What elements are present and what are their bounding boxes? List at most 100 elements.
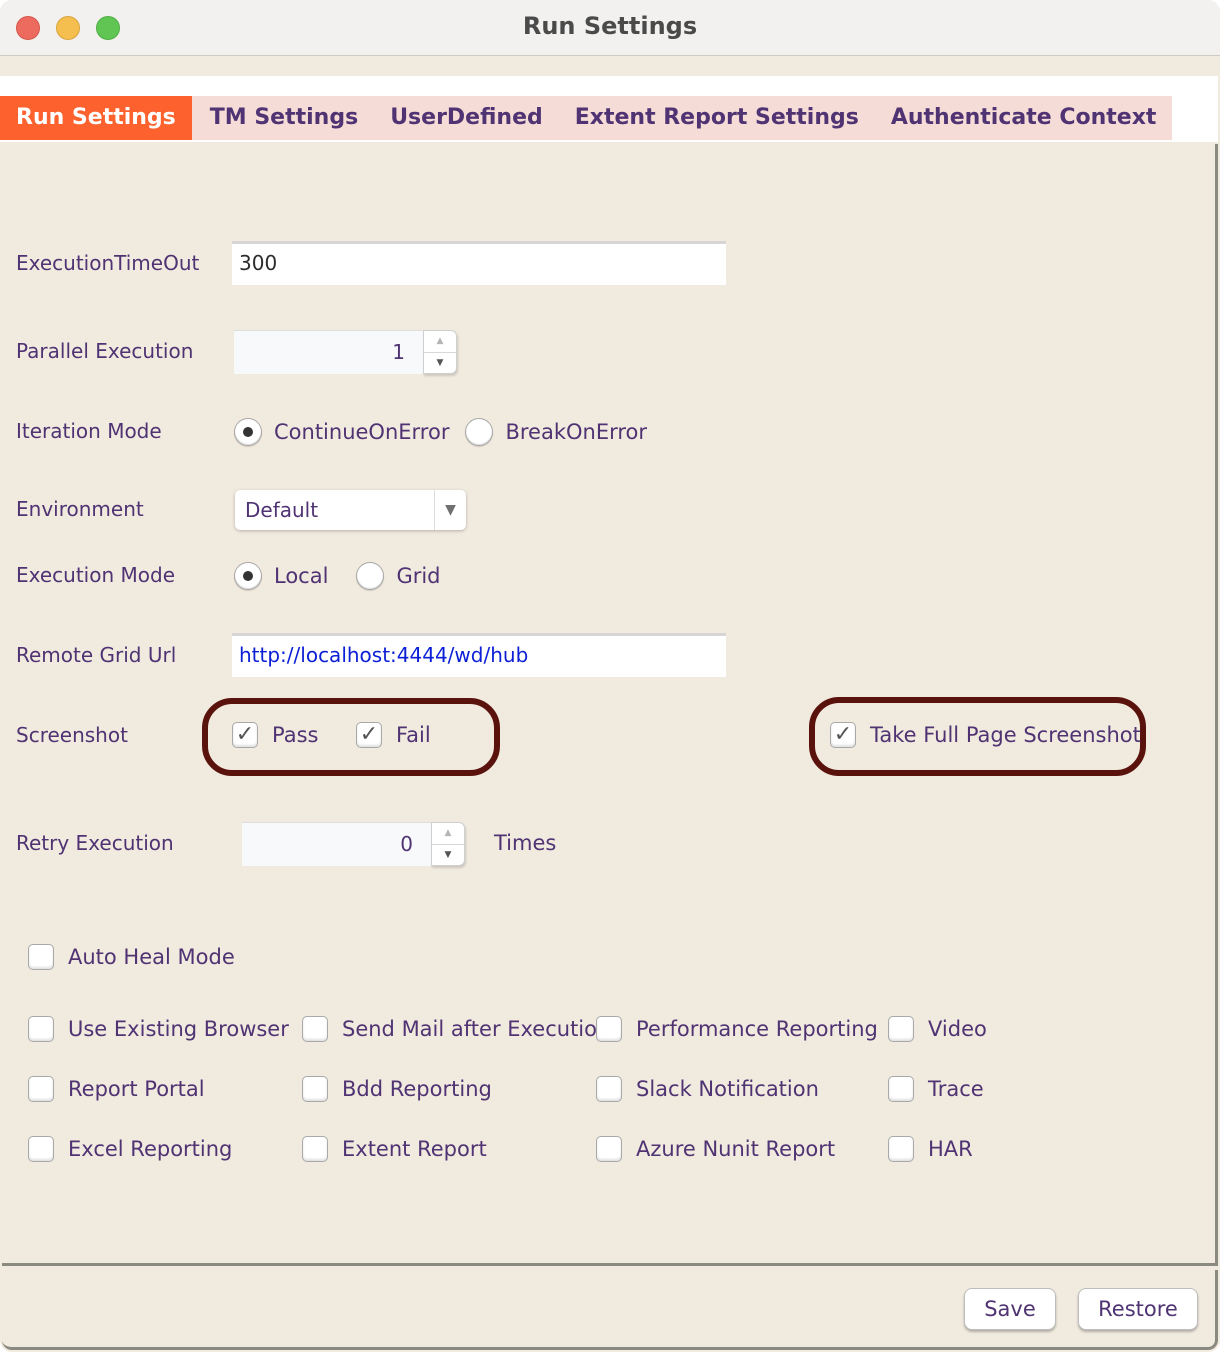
checkbox-empty-icon — [596, 1076, 622, 1102]
tab-run-settings[interactable]: Run Settings — [0, 96, 192, 140]
restore-button[interactable]: Restore — [1078, 1288, 1198, 1330]
break-on-error-label: BreakOnError — [505, 420, 648, 444]
checkbox-empty-icon — [596, 1016, 622, 1042]
checkbox-empty-icon — [28, 1076, 54, 1102]
tab-authenticate-context[interactable]: Authenticate Context — [875, 96, 1173, 140]
toolbar-strip — [0, 57, 1220, 76]
retry-execution-value[interactable]: 0 — [242, 822, 431, 866]
bdd-reporting-checkbox[interactable]: Bdd Reporting — [302, 1076, 492, 1102]
option-label: HAR — [928, 1137, 973, 1161]
option-label: Use Existing Browser — [68, 1017, 289, 1041]
option-label: Performance Reporting — [636, 1017, 878, 1041]
excel-reporting-checkbox[interactable]: Excel Reporting — [28, 1136, 232, 1162]
increment-arrow-icon[interactable]: ▲ — [432, 823, 464, 845]
continue-on-error-label: ContinueOnError — [274, 420, 450, 444]
screenshot-label: Screenshot — [16, 723, 128, 747]
footer-bar: Save Restore — [2, 1270, 1218, 1350]
execution-mode-radio-group: Local Grid — [234, 562, 457, 590]
local-radio[interactable]: Local — [234, 562, 328, 590]
auto-heal-mode-checkbox[interactable]: Auto Heal Mode — [28, 944, 235, 970]
checkmark-icon: ✓ — [356, 722, 382, 748]
screenshot-fail-checkbox[interactable]: ✓ Fail — [356, 722, 431, 748]
grid-label: Grid — [396, 564, 441, 588]
send-mail-checkbox[interactable]: Send Mail after Execution — [302, 1016, 610, 1042]
retry-execution-spinner[interactable]: 0 ▲ ▼ — [242, 822, 465, 866]
environment-label: Environment — [16, 497, 144, 521]
execution-timeout-input[interactable]: 300 — [232, 241, 726, 285]
parallel-execution-label: Parallel Execution — [16, 339, 194, 363]
iteration-mode-label: Iteration Mode — [16, 419, 162, 443]
video-checkbox[interactable]: Video — [888, 1016, 987, 1042]
full-page-screenshot-checkbox[interactable]: ✓ Take Full Page Screenshot — [830, 722, 1141, 748]
parallel-execution-value[interactable]: 1 — [234, 330, 423, 374]
checkbox-empty-icon — [302, 1016, 328, 1042]
save-button[interactable]: Save — [964, 1288, 1056, 1330]
retry-execution-label: Retry Execution — [16, 831, 174, 855]
environment-selected-value: Default — [245, 498, 319, 522]
window-title: Run Settings — [522, 12, 698, 40]
screenshot-pass-checkbox[interactable]: ✓ Pass — [232, 722, 318, 748]
chevron-down-icon[interactable]: ▼ — [434, 490, 466, 530]
tab-userdefined[interactable]: UserDefined — [374, 96, 559, 140]
remote-grid-url-label: Remote Grid Url — [16, 643, 177, 667]
parallel-execution-spinner[interactable]: 1 ▲ ▼ — [234, 330, 457, 374]
run-settings-panel: ExecutionTimeOut 300 Parallel Execution … — [2, 144, 1218, 1266]
checkbox-empty-icon — [28, 1136, 54, 1162]
tab-extent-report-settings[interactable]: Extent Report Settings — [559, 96, 875, 140]
checkbox-empty-icon — [888, 1076, 914, 1102]
retry-times-label: Times — [494, 831, 557, 855]
checkbox-empty-icon — [302, 1136, 328, 1162]
radio-unselected-icon — [356, 562, 385, 590]
slack-notification-checkbox[interactable]: Slack Notification — [596, 1076, 819, 1102]
option-label: Slack Notification — [636, 1077, 819, 1101]
har-checkbox[interactable]: HAR — [888, 1136, 973, 1162]
execution-timeout-label: ExecutionTimeOut — [16, 251, 200, 275]
option-label: Video — [928, 1017, 987, 1041]
environment-dropdown[interactable]: Default ▼ — [235, 490, 466, 530]
azure-nunit-report-checkbox[interactable]: Azure Nunit Report — [596, 1136, 835, 1162]
screenshot-pass-label: Pass — [272, 723, 319, 747]
retry-execution-stepper: ▲ ▼ — [431, 822, 465, 866]
screenshot-fail-label: Fail — [396, 723, 431, 747]
checkbox-empty-icon — [596, 1136, 622, 1162]
checkbox-empty-icon — [28, 1016, 54, 1042]
report-portal-checkbox[interactable]: Report Portal — [28, 1076, 205, 1102]
option-label: Extent Report — [342, 1137, 487, 1161]
option-label: Send Mail after Execution — [342, 1017, 611, 1041]
tabs: Run Settings TM Settings UserDefined Ext… — [0, 96, 1173, 140]
trace-checkbox[interactable]: Trace — [888, 1076, 984, 1102]
checkbox-empty-icon — [888, 1016, 914, 1042]
performance-reporting-checkbox[interactable]: Performance Reporting — [596, 1016, 878, 1042]
use-existing-browser-checkbox[interactable]: Use Existing Browser — [28, 1016, 289, 1042]
tab-bar: Run Settings TM Settings UserDefined Ext… — [0, 76, 1218, 142]
decrement-arrow-icon[interactable]: ▼ — [424, 353, 456, 374]
break-on-error-radio[interactable]: BreakOnError — [465, 418, 647, 446]
checkbox-empty-icon — [302, 1076, 328, 1102]
run-settings-window: Run Settings Run Settings TM Settings Us… — [0, 0, 1220, 1352]
option-label: Trace — [928, 1077, 984, 1101]
continue-on-error-radio[interactable]: ContinueOnError — [234, 418, 449, 446]
grid-radio[interactable]: Grid — [356, 562, 441, 590]
full-page-screenshot-label: Take Full Page Screenshot — [870, 723, 1141, 747]
increment-arrow-icon[interactable]: ▲ — [424, 331, 456, 353]
option-label: Excel Reporting — [68, 1137, 233, 1161]
checkmark-icon: ✓ — [232, 722, 258, 748]
local-label: Local — [274, 564, 329, 588]
parallel-execution-stepper: ▲ ▼ — [423, 330, 457, 374]
auto-heal-mode-label: Auto Heal Mode — [68, 945, 235, 969]
radio-selected-icon — [234, 418, 262, 446]
checkbox-empty-icon — [28, 944, 54, 970]
option-label: Report Portal — [68, 1077, 205, 1101]
option-label: Azure Nunit Report — [636, 1137, 836, 1161]
tab-tm-settings[interactable]: TM Settings — [192, 96, 374, 140]
title-bar: Run Settings — [0, 0, 1220, 56]
radio-selected-icon — [234, 562, 262, 590]
iteration-mode-radio-group: ContinueOnError BreakOnError — [234, 418, 663, 446]
option-label: Bdd Reporting — [342, 1077, 492, 1101]
radio-unselected-icon — [465, 418, 494, 446]
extent-report-checkbox[interactable]: Extent Report — [302, 1136, 487, 1162]
checkbox-empty-icon — [888, 1136, 914, 1162]
remote-grid-url-input[interactable]: http://localhost:4444/wd/hub — [232, 633, 726, 677]
checkmark-icon: ✓ — [830, 722, 856, 748]
decrement-arrow-icon[interactable]: ▼ — [432, 845, 464, 866]
